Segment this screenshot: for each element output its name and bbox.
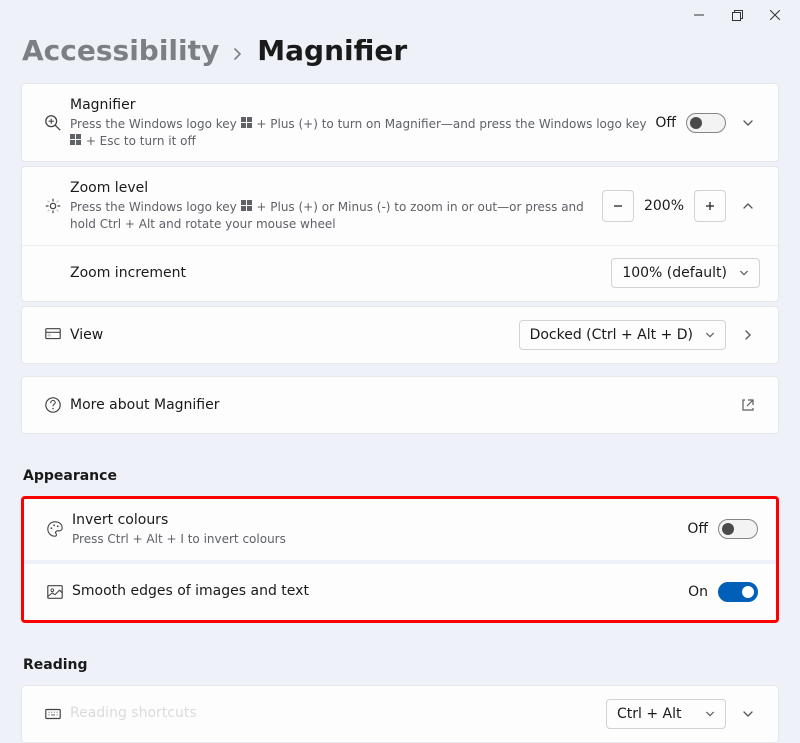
zoom-level-stepper: 200% [602,190,726,222]
chevron-down-icon[interactable] [736,702,760,726]
appearance-highlight: Invert colours Press Ctrl + Alt + I to i… [21,496,779,623]
chevron-down-icon[interactable] [736,111,760,135]
chevron-down-icon [739,268,749,278]
zoom-increment-dropdown[interactable]: 100% (default) [611,258,760,288]
chevron-right-icon[interactable] [736,323,760,347]
invert-title: Invert colours [72,511,683,530]
smooth-title: Smooth edges of images and text [72,582,684,601]
minimize-button[interactable] [680,1,718,29]
chevron-up-icon[interactable] [736,194,760,218]
chevron-down-icon [705,330,715,340]
windows-logo-icon [70,134,82,146]
zoom-target-icon [36,197,70,215]
breadcrumb-current: Magnifier [257,34,407,67]
magnifier-desc: Press the Windows logo key + Plus (+) to… [70,116,651,150]
view-dropdown[interactable]: Docked (Ctrl + Alt + D) [519,320,726,350]
smooth-edges-row[interactable]: Smooth edges of images and text On [24,564,776,620]
reading-shortcuts-row[interactable]: Reading shortcuts Ctrl + Alt [22,686,778,742]
close-button[interactable] [756,1,794,29]
zoom-increment-row: Zoom increment 100% (default) [22,245,778,301]
more-about-card[interactable]: More about Magnifier [21,376,779,434]
magnifier-state: Off [655,115,676,131]
palette-icon [38,520,72,538]
zoom-group: Zoom level Press the Windows logo key + … [21,166,779,301]
magnifier-title: Magnifier [70,96,651,115]
help-icon [36,396,70,414]
chevron-right-icon [233,48,243,60]
invert-toggle[interactable] [718,519,758,539]
windows-logo-icon [241,117,253,129]
magnifier-row[interactable]: Magnifier Press the Windows logo key + P… [22,84,778,161]
more-about-title: More about Magnifier [70,396,732,415]
zoom-increase-button[interactable] [694,190,726,222]
reading-shortcuts-dropdown[interactable]: Ctrl + Alt [606,699,726,729]
zoom-increment-title: Zoom increment [70,264,607,283]
zoom-increment-value: 100% (default) [622,265,727,281]
breadcrumb: Accessibility Magnifier [0,30,800,83]
zoom-level-desc: Press the Windows logo key + Plus (+) or… [70,199,598,233]
image-icon [38,583,72,601]
zoom-level-value: 200% [640,198,688,214]
zoom-level-row[interactable]: Zoom level Press the Windows logo key + … [22,167,778,244]
magnifier-icon [36,114,70,132]
smooth-state: On [688,584,708,600]
maximize-button[interactable] [718,1,756,29]
window-titlebar [0,0,800,30]
invert-desc: Press Ctrl + Alt + I to invert colours [72,531,683,548]
zoom-decrease-button[interactable] [602,190,634,222]
view-group: View Docked (Ctrl + Alt + D) [21,306,779,364]
section-appearance: Appearance [21,438,779,496]
smooth-toggle[interactable] [718,582,758,602]
chevron-down-icon [705,709,715,719]
section-reading: Reading [21,627,779,685]
magnifier-toggle[interactable] [686,113,726,133]
view-title: View [70,326,515,345]
breadcrumb-parent[interactable]: Accessibility [22,34,219,67]
view-icon [36,326,70,344]
magnifier-group: Magnifier Press the Windows logo key + P… [21,83,779,162]
invert-state: Off [687,521,708,537]
reading-shortcuts-card: Reading shortcuts Ctrl + Alt [21,685,779,743]
reading-shortcuts-value: Ctrl + Alt [617,706,682,722]
invert-colours-row[interactable]: Invert colours Press Ctrl + Alt + I to i… [24,499,776,560]
view-value: Docked (Ctrl + Alt + D) [530,327,693,343]
external-link-icon [736,393,760,417]
zoom-level-title: Zoom level [70,179,598,198]
reading-shortcuts-title: Reading shortcuts [70,704,602,723]
view-row[interactable]: View Docked (Ctrl + Alt + D) [22,307,778,363]
windows-logo-icon [241,200,253,212]
keyboard-icon [36,705,70,723]
